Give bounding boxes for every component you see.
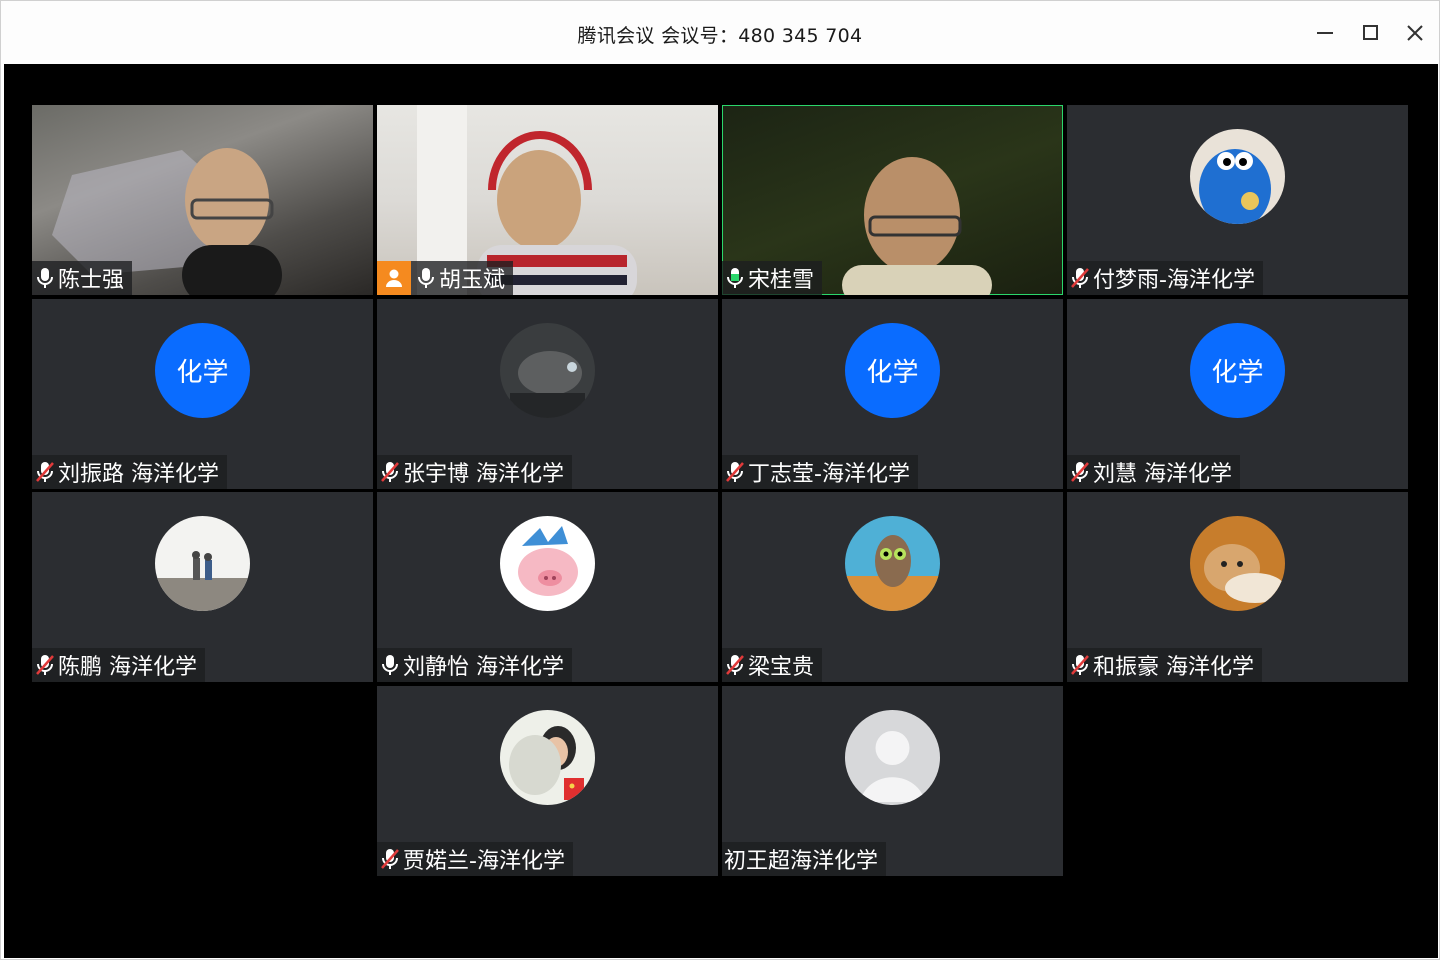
participant-tile[interactable]: 贾婼兰-海洋化学 xyxy=(377,686,718,876)
shiba-dog-avatar xyxy=(1190,516,1285,611)
participant-name: 初王超海洋化学 xyxy=(724,849,879,874)
participant-name: 刘慧 海洋化学 xyxy=(1093,462,1232,487)
participant-name: 丁志莹-海洋化学 xyxy=(748,462,910,487)
text-avatar: 化学 xyxy=(1190,323,1285,418)
participant-name-bar: 丁志莹-海洋化学 xyxy=(722,455,918,489)
participant-name: 付梦雨-海洋化学 xyxy=(1093,268,1255,293)
participant-tile[interactable]: 初王超海洋化学 xyxy=(722,686,1063,876)
participant-tile[interactable]: 付梦雨-海洋化学 xyxy=(1067,105,1408,295)
participant-name-bar: 刘静怡 海洋化学 xyxy=(377,648,572,682)
participant-name: 宋桂雪 xyxy=(748,268,815,293)
maximize-button[interactable] xyxy=(1355,17,1387,49)
participant-name-bar: 陈士强 xyxy=(32,261,133,295)
participant-tile[interactable]: 梁宝贵 xyxy=(722,492,1063,682)
participant-tile[interactable]: 胡玉斌 xyxy=(377,105,718,295)
beach-children-avatar xyxy=(155,516,250,611)
microphone-icon xyxy=(418,268,434,288)
participant-tile[interactable]: 刘静怡 海洋化学 xyxy=(377,492,718,682)
cookie-monster-avatar xyxy=(1190,129,1285,224)
microphone-speaking-icon xyxy=(727,268,743,288)
default-user-avatar xyxy=(845,710,940,805)
participant-name: 张宇博 海洋化学 xyxy=(403,462,564,487)
participant-name: 陈鹏 海洋化学 xyxy=(58,655,197,680)
participant-name-bar: 宋桂雪 xyxy=(722,261,823,295)
participant-name-bar: 胡玉斌 xyxy=(377,261,514,295)
participant-name-bar: 初王超海洋化学 xyxy=(722,842,887,876)
participant-name-bar: 刘振路 海洋化学 xyxy=(32,455,227,489)
participant-name: 刘静怡 海洋化学 xyxy=(403,655,564,680)
microphone-muted-icon xyxy=(1071,655,1089,675)
participant-name: 梁宝贵 xyxy=(748,655,815,680)
minimize-button[interactable] xyxy=(1309,17,1341,49)
window-title: 腾讯会议 会议号：480 345 704 xyxy=(577,25,863,47)
microphone-icon xyxy=(382,655,398,675)
microphone-muted-icon xyxy=(36,655,54,675)
participant-tile[interactable]: 和振豪 海洋化学 xyxy=(1067,492,1408,682)
microphone-muted-icon xyxy=(726,655,744,675)
microphone-muted-icon xyxy=(726,462,744,482)
microphone-muted-icon xyxy=(1071,462,1089,482)
participant-tile[interactable]: 化学 刘慧 海洋化学 xyxy=(1067,299,1408,489)
close-icon xyxy=(1407,25,1423,41)
participant-name: 陈士强 xyxy=(58,268,125,293)
microphone-muted-icon xyxy=(381,462,399,482)
host-icon xyxy=(386,269,402,287)
participant-tile[interactable]: 化学 丁志莹-海洋化学 xyxy=(722,299,1063,489)
text-avatar: 化学 xyxy=(845,323,940,418)
participant-tile[interactable]: 陈鹏 海洋化学 xyxy=(32,492,373,682)
participant-name-bar: 付梦雨-海洋化学 xyxy=(1067,261,1263,295)
meeting-window: 腾讯会议 会议号：480 345 704 陈士强 胡玉斌 宋桂雪 付梦雨-海洋化… xyxy=(0,0,1440,960)
participant-name-bar: 陈鹏 海洋化学 xyxy=(32,648,205,682)
participant-name-bar: 贾婼兰-海洋化学 xyxy=(377,842,573,876)
participant-name: 刘振路 海洋化学 xyxy=(58,462,219,487)
dark-creature-avatar xyxy=(500,323,595,418)
woman-flowers-avatar xyxy=(500,710,595,805)
participant-name: 和振豪 海洋化学 xyxy=(1093,655,1254,680)
participant-name-bar: 和振豪 海洋化学 xyxy=(1067,648,1262,682)
microphone-muted-icon xyxy=(36,462,54,482)
video-grid: 陈士强 胡玉斌 宋桂雪 付梦雨-海洋化学 化学 刘振路 海洋化学 张宇博 海洋化… xyxy=(4,64,1438,958)
participant-tile-active-speaker[interactable]: 宋桂雪 xyxy=(722,105,1063,295)
participant-name: 胡玉斌 xyxy=(439,268,506,293)
maximize-icon xyxy=(1363,25,1378,40)
participant-name-bar: 刘慧 海洋化学 xyxy=(1067,455,1240,489)
participant-name-bar: 张宇博 海洋化学 xyxy=(377,455,572,489)
microphone-icon xyxy=(37,268,53,288)
microphone-muted-icon xyxy=(1071,268,1089,288)
participant-name-bar: 梁宝贵 xyxy=(722,648,823,682)
participant-tile[interactable]: 化学 刘振路 海洋化学 xyxy=(32,299,373,489)
participant-name: 贾婼兰-海洋化学 xyxy=(403,849,565,874)
microphone-muted-icon xyxy=(381,849,399,869)
participant-tile[interactable]: 陈士强 xyxy=(32,105,373,295)
minimize-icon xyxy=(1317,32,1333,34)
close-button[interactable] xyxy=(1399,17,1431,49)
cartoon-pig-avatar xyxy=(500,516,595,611)
owl-avatar xyxy=(845,516,940,611)
host-badge xyxy=(377,261,411,295)
participant-tile[interactable]: 张宇博 海洋化学 xyxy=(377,299,718,489)
text-avatar: 化学 xyxy=(155,323,250,418)
title-bar: 腾讯会议 会议号：480 345 704 xyxy=(1,1,1439,64)
